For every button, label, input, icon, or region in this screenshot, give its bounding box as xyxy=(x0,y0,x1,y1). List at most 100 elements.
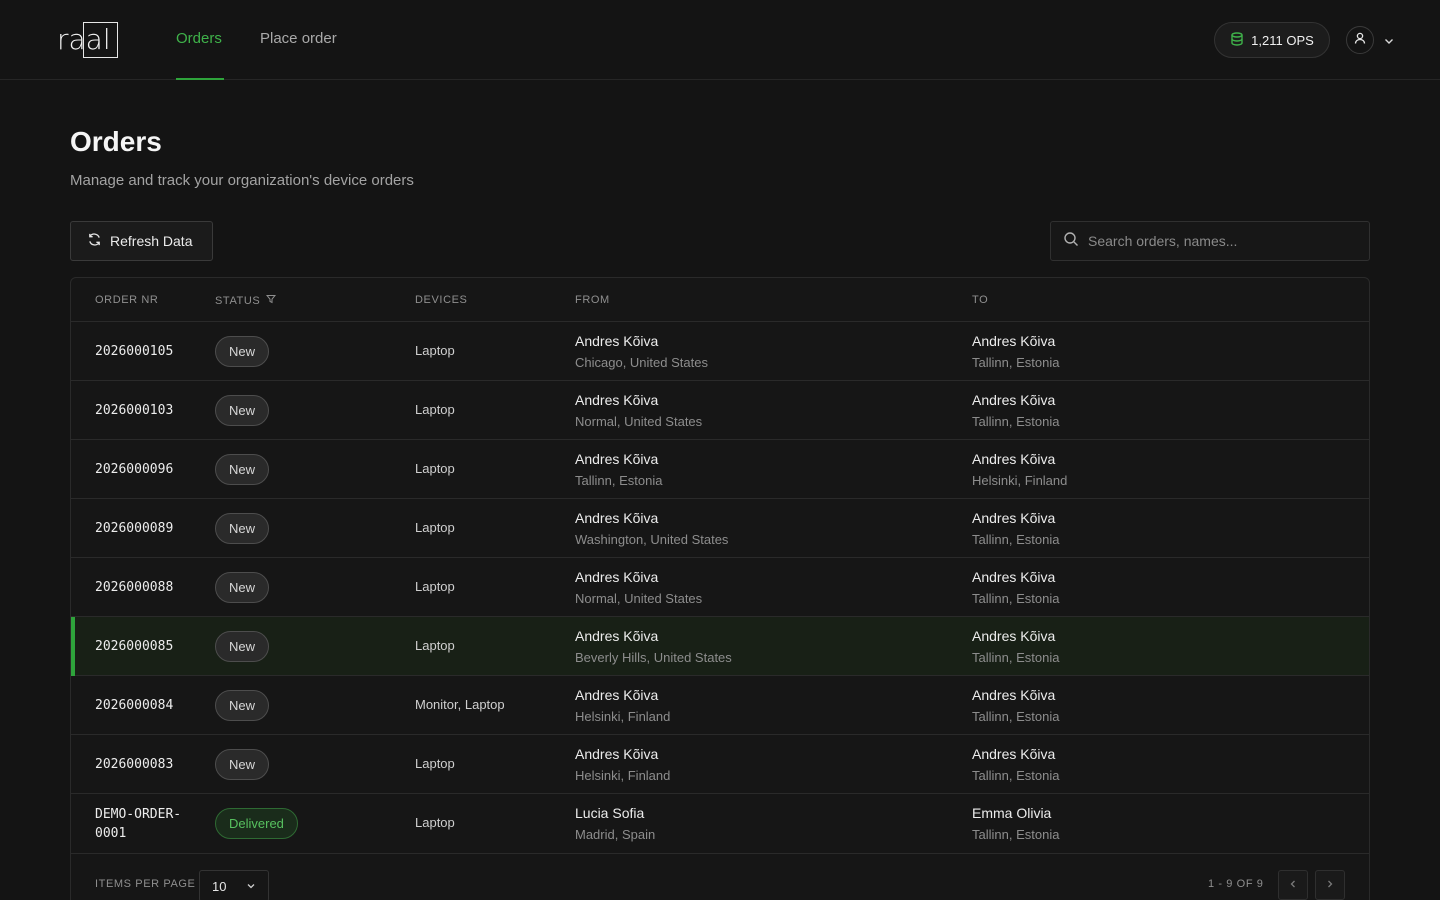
from-name: Andres Kõiva xyxy=(575,451,659,467)
to-place: Tallinn, Estonia xyxy=(972,414,1060,429)
filter-icon[interactable] xyxy=(266,294,277,307)
to-cell: Andres Kõiva Tallinn, Estonia xyxy=(972,687,1059,725)
items-per-page-label: ITEMS PER PAGE xyxy=(95,878,196,890)
table-row-selected[interactable]: 2026000085 New Laptop Andres Kõiva Bever… xyxy=(71,617,1369,676)
from-place: Helsinki, Finland xyxy=(575,768,671,783)
table-header: ORDER NR STATUS DEVICES FROM TO xyxy=(71,278,1369,322)
orders-table: ORDER NR STATUS DEVICES FROM TO 20260001… xyxy=(70,277,1370,900)
credits-badge[interactable]: 1,211 OPS xyxy=(1214,22,1330,58)
table-row[interactable]: 2026000084 New Monitor, Laptop Andres Kõ… xyxy=(71,676,1369,735)
order-number: 2026000088 xyxy=(95,580,174,595)
top-bar: raal Orders Place order 1,211 OPS xyxy=(0,0,1440,80)
status-badge: New xyxy=(215,336,270,367)
to-cell: Andres Kõiva Tallinn, Estonia xyxy=(972,333,1059,371)
column-from[interactable]: FROM xyxy=(575,294,610,306)
to-cell: Emma Olivia Tallinn, Estonia xyxy=(972,805,1059,843)
search-box[interactable] xyxy=(1050,221,1370,261)
to-name: Emma Olivia xyxy=(972,805,1052,821)
column-label: DEVICES xyxy=(415,294,468,306)
to-place: Tallinn, Estonia xyxy=(972,650,1060,665)
to-name: Andres Kõiva xyxy=(972,628,1056,644)
status-badge: New xyxy=(215,690,270,721)
status-badge: Delivered xyxy=(215,808,298,839)
column-label: FROM xyxy=(575,294,610,306)
from-cell: Andres Kõiva Normal, United States xyxy=(575,392,702,430)
search-icon xyxy=(1063,231,1079,252)
from-place: Normal, United States xyxy=(575,591,703,606)
chevron-down-icon[interactable] xyxy=(1383,34,1395,52)
order-number: DEMO-ORDER- 0001 xyxy=(95,805,181,843)
to-name: Andres Kõiva xyxy=(972,687,1056,703)
devices-cell: Laptop xyxy=(415,638,455,653)
pagination-range: 1 - 9 OF 9 xyxy=(1208,878,1264,890)
order-number-line-1: DEMO-ORDER- xyxy=(95,807,182,822)
order-number: 2026000089 xyxy=(95,521,174,536)
order-number: 2026000083 xyxy=(95,757,174,772)
devices-cell: Laptop xyxy=(415,579,455,594)
refresh-data-button[interactable]: Refresh Data xyxy=(70,221,213,261)
from-name: Lucia Sofia xyxy=(575,805,645,821)
tab-place-order[interactable]: Place order xyxy=(260,30,337,48)
status-badge: New xyxy=(215,395,270,426)
to-place: Tallinn, Estonia xyxy=(972,355,1060,370)
column-status[interactable]: STATUS xyxy=(215,294,277,307)
table-row[interactable]: 2026000105 New Laptop Andres Kõiva Chica… xyxy=(71,322,1369,381)
table-row[interactable]: 2026000089 New Laptop Andres Kõiva Washi… xyxy=(71,499,1369,558)
order-number: 2026000103 xyxy=(95,403,174,418)
status-badge: New xyxy=(215,572,270,603)
column-to[interactable]: TO xyxy=(972,294,988,306)
from-cell: Andres Kõiva Normal, United States xyxy=(575,569,702,607)
chevron-left-icon xyxy=(1288,876,1298,894)
from-cell: Andres Kõiva Helsinki, Finland xyxy=(575,746,670,784)
from-name: Andres Kõiva xyxy=(575,628,659,644)
from-cell: Lucia Sofia Madrid, Spain xyxy=(575,805,655,843)
order-number: 2026000084 xyxy=(95,698,174,713)
to-cell: Andres Kõiva Tallinn, Estonia xyxy=(972,569,1059,607)
column-order-nr[interactable]: ORDER NR xyxy=(95,294,158,306)
user-avatar[interactable] xyxy=(1346,26,1374,54)
items-per-page-select[interactable]: 10 xyxy=(199,870,269,900)
to-name: Andres Kõiva xyxy=(972,451,1056,467)
column-devices[interactable]: DEVICES xyxy=(415,294,468,306)
page-subtitle: Manage and track your organization's dev… xyxy=(70,172,414,189)
active-tab-indicator xyxy=(176,78,224,80)
from-place: Helsinki, Finland xyxy=(575,709,671,724)
column-label: ORDER NR xyxy=(95,294,159,306)
from-place: Tallinn, Estonia xyxy=(575,473,663,488)
devices-cell: Laptop xyxy=(415,756,455,771)
to-cell: Andres Kõiva Tallinn, Estonia xyxy=(972,392,1059,430)
from-place: Chicago, United States xyxy=(575,355,708,370)
column-label: TO xyxy=(972,294,989,306)
to-name: Andres Kõiva xyxy=(972,510,1056,526)
page-title: Orders xyxy=(70,126,162,157)
to-place: Helsinki, Finland xyxy=(972,473,1068,488)
devices-cell: Laptop xyxy=(415,343,455,358)
table-row[interactable]: 2026000103 New Laptop Andres Kõiva Norma… xyxy=(71,381,1369,440)
chevron-right-icon xyxy=(1325,876,1335,894)
status-badge: New xyxy=(215,454,270,485)
from-place: Normal, United States xyxy=(575,414,703,429)
table-row[interactable]: 2026000083 New Laptop Andres Kõiva Helsi… xyxy=(71,735,1369,794)
from-place: Madrid, Spain xyxy=(575,827,656,842)
column-label: STATUS xyxy=(215,294,261,307)
from-place: Beverly Hills, United States xyxy=(575,650,732,665)
refresh-icon xyxy=(87,232,102,250)
to-cell: Andres Kõiva Tallinn, Estonia xyxy=(972,510,1059,548)
next-page-button[interactable] xyxy=(1315,870,1345,900)
order-number: 2026000105 xyxy=(95,344,174,359)
previous-page-button[interactable] xyxy=(1278,870,1308,900)
to-cell: Andres Kõiva Helsinki, Finland xyxy=(972,451,1067,489)
credits-value: 1,211 OPS xyxy=(1251,32,1314,48)
search-input[interactable] xyxy=(1088,233,1348,249)
status-badge: New xyxy=(215,631,270,662)
refresh-data-label: Refresh Data xyxy=(110,233,193,249)
from-name: Andres Kõiva xyxy=(575,687,659,703)
tab-orders[interactable]: Orders xyxy=(176,30,222,48)
table-row[interactable]: DEMO-ORDER- 0001 Delivered Laptop Lucia … xyxy=(71,794,1369,854)
devices-cell: Laptop xyxy=(415,815,455,830)
from-cell: Andres Kõiva Beverly Hills, United State… xyxy=(575,628,732,666)
database-icon xyxy=(1230,31,1244,49)
table-row[interactable]: 2026000096 New Laptop Andres Kõiva Talli… xyxy=(71,440,1369,499)
table-row[interactable]: 2026000088 New Laptop Andres Kõiva Norma… xyxy=(71,558,1369,617)
devices-cell: Laptop xyxy=(415,402,455,417)
